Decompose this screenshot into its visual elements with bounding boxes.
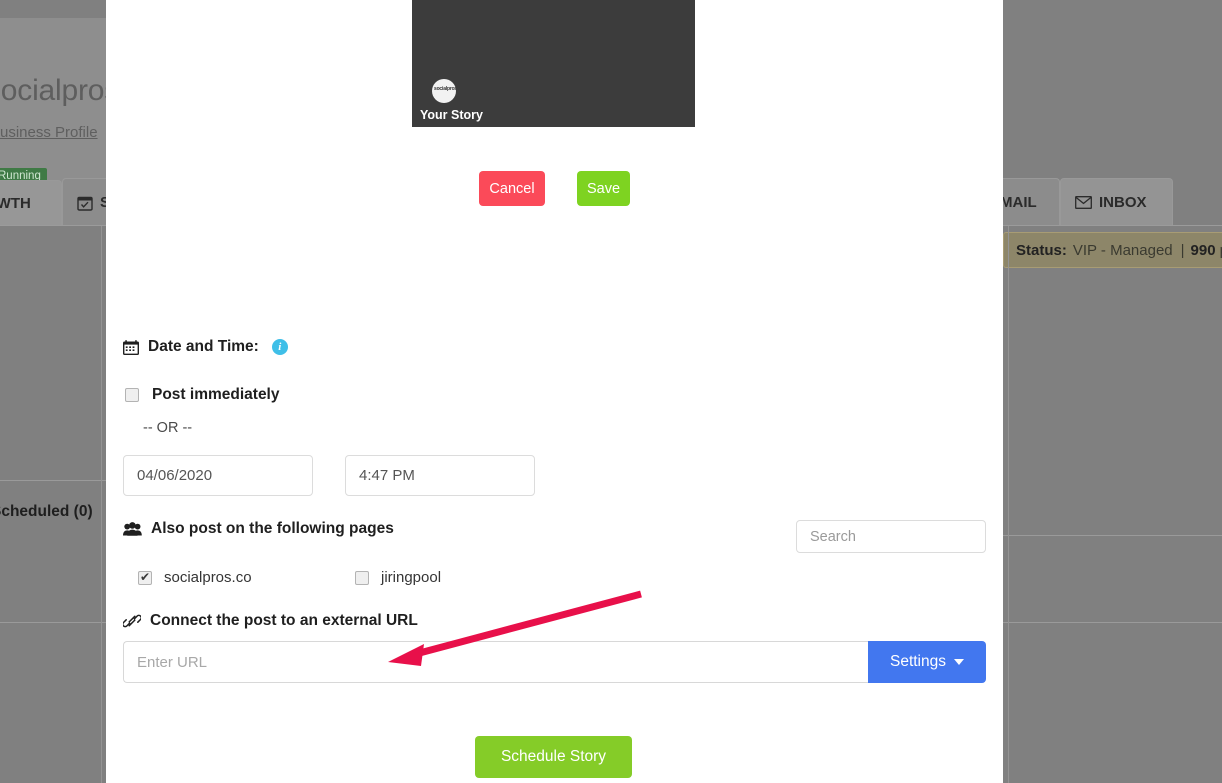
account-status-value: VIP - Managed (1072, 241, 1173, 259)
app-brand-logo: socialpros (0, 74, 120, 107)
save-button[interactable]: Save (577, 171, 630, 206)
date-time-heading-label: Date and Time: (148, 338, 259, 355)
avatar-mark: socialpros (434, 86, 456, 92)
account-status-label: Status: (1016, 241, 1067, 259)
tab-growth-label: OWTH (0, 195, 31, 212)
account-status-count: 990 (1190, 241, 1216, 259)
scheduled-count-label: Scheduled (0) (0, 503, 93, 520)
date-time-heading: Date and Time: i (123, 338, 288, 356)
page-label-jiringpool: jiringpool (381, 569, 442, 586)
url-input[interactable] (123, 641, 868, 683)
bg-column-rule-right (1008, 226, 1009, 783)
schedule-story-button[interactable]: Schedule Story (475, 736, 632, 778)
search-input[interactable] (796, 520, 986, 553)
account-status-bar: Status: VIP - Managed | 990 p (1003, 232, 1222, 268)
modal-body: socialpros Your Story Cancel Save Date a… (106, 0, 1003, 783)
schedule-story-modal: socialpros Your Story Cancel Save Date a… (106, 0, 1003, 783)
page-option-jiringpool[interactable]: jiringpool (355, 569, 441, 586)
settings-button-label: Settings (889, 653, 946, 670)
account-status-separator: | (1180, 241, 1185, 259)
cancel-button[interactable]: Cancel (479, 171, 545, 206)
users-group-icon (123, 522, 142, 536)
tab-inbox-label: INBOX (1099, 194, 1147, 211)
envelope-icon (1075, 196, 1092, 209)
page-checkbox-socialpros[interactable] (138, 570, 152, 585)
post-immediately-label: Post immediately (152, 386, 280, 403)
link-chain-icon (123, 614, 141, 628)
bg-divider-left-2 (0, 622, 106, 623)
also-post-pages-heading: Also post on the following pages (123, 520, 394, 538)
story-caption: Your Story (420, 108, 483, 122)
external-url-label: Connect the post to an external URL (150, 612, 418, 629)
story-preview: socialpros Your Story (412, 0, 695, 127)
info-icon[interactable]: i (271, 339, 288, 355)
tab-growth[interactable]: OWTH (0, 180, 62, 226)
bg-divider-right-2 (1003, 622, 1222, 623)
bg-column-rule-left (101, 226, 102, 783)
date-input[interactable] (123, 455, 313, 496)
screen-root: socialpros Business Profile Running OWTH… (0, 0, 1222, 783)
page-option-socialpros[interactable]: socialpros.co (138, 569, 252, 586)
time-input[interactable] (345, 455, 535, 496)
page-checkbox-jiringpool[interactable] (355, 570, 369, 585)
or-separator-text: -- OR -- (143, 420, 193, 436)
tab-inbox[interactable]: INBOX (1060, 178, 1173, 226)
post-immediately-row[interactable]: Post immediately (125, 386, 280, 404)
bg-divider-left-1 (0, 480, 106, 481)
chevron-down-icon (954, 659, 964, 665)
also-post-pages-label: Also post on the following pages (151, 520, 394, 537)
page-label-socialpros: socialpros.co (164, 569, 252, 586)
settings-button[interactable]: Settings (868, 641, 986, 683)
calendar-icon (123, 339, 139, 355)
bg-divider-right-1 (1003, 535, 1222, 536)
avatar: socialpros (432, 79, 456, 103)
external-url-row: Settings (123, 641, 986, 683)
post-immediately-checkbox[interactable] (125, 388, 139, 402)
external-url-heading: Connect the post to an external URL (123, 612, 418, 630)
calendar-check-icon (77, 195, 93, 211)
business-profile-link[interactable]: Business Profile (0, 124, 98, 141)
